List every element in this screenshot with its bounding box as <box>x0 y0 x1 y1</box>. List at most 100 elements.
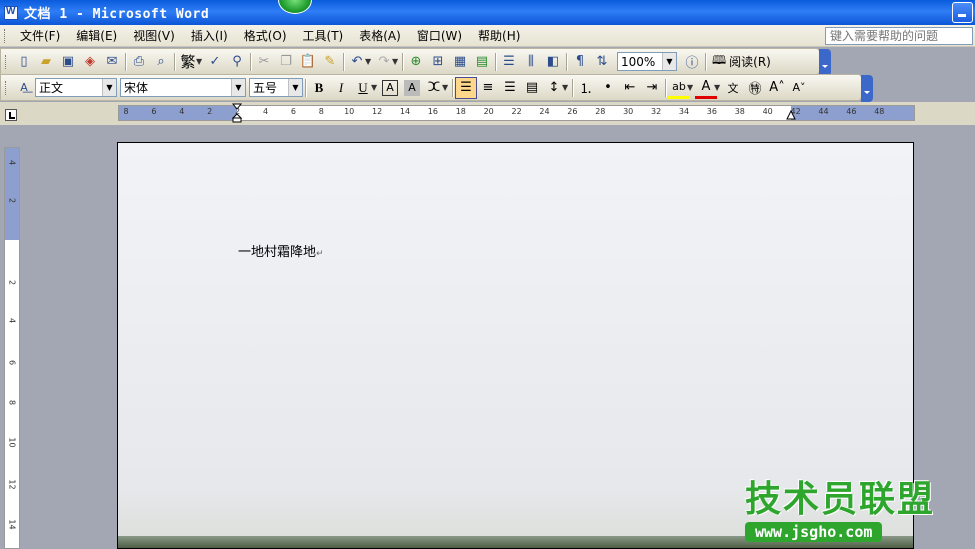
toolbar-options-icon[interactable] <box>861 75 873 102</box>
ruler-tick-label: 6 <box>151 107 157 116</box>
justify-button[interactable]: ▤ <box>521 77 543 99</box>
align-right-button[interactable]: ☰ <box>499 77 521 99</box>
zoom-select[interactable]: 100% ▼ <box>617 52 677 71</box>
ruler-tick-label: 20 <box>483 107 494 116</box>
indent-marker-icon[interactable] <box>232 103 242 123</box>
ruler-tick-label: 4 <box>262 107 269 116</box>
toolbar-grip[interactable] <box>5 80 8 95</box>
cut-icon[interactable]: ✂ <box>253 51 275 73</box>
ruler-tick-label: 4 <box>7 159 17 166</box>
menu-window[interactable]: 窗口(W) <box>409 26 470 46</box>
menu-table[interactable]: 表格(A) <box>351 26 409 46</box>
reading-mode-button[interactable]: 🕮 阅读(R) <box>708 51 775 73</box>
paste-icon[interactable]: 📋 <box>297 51 319 73</box>
chevron-down-icon[interactable]: ▼ <box>365 57 373 66</box>
char-shading-icon[interactable]: A <box>404 79 420 96</box>
ruler-tick-label: 4 <box>7 317 17 324</box>
separator <box>566 52 567 71</box>
email-icon[interactable]: ✉ <box>101 51 123 73</box>
align-center-button[interactable]: ≡ <box>477 77 499 99</box>
right-indent-marker-icon[interactable] <box>786 110 796 120</box>
sort-icon[interactable]: ⇅ <box>591 51 613 73</box>
numbering-icon[interactable]: ⒈ <box>575 77 597 99</box>
left-margin-area <box>119 106 237 120</box>
toolbar-grip[interactable] <box>5 54 8 69</box>
research-icon[interactable]: ⚲ <box>226 51 248 73</box>
watermark-name: 技术员联盟 <box>745 479 936 520</box>
separator <box>572 78 573 97</box>
decrease-indent-icon[interactable]: ⇤ <box>619 77 641 99</box>
word-app-icon[interactable] <box>4 5 18 20</box>
show-hide-icon[interactable]: ¶ <box>569 51 591 73</box>
grow-font-icon[interactable]: A˄ <box>766 77 788 99</box>
insert-excel-icon[interactable]: ▤ <box>471 51 493 73</box>
chevron-down-icon[interactable]: ▼ <box>662 53 676 70</box>
chevron-down-icon[interactable]: ▼ <box>562 83 570 92</box>
chevron-down-icon[interactable]: ▼ <box>371 83 379 92</box>
tab-selector-icon[interactable] <box>5 109 17 121</box>
chevron-down-icon[interactable]: ▼ <box>714 83 722 92</box>
ruler-tick-label: 2 <box>7 197 17 204</box>
increase-indent-icon[interactable]: ⇥ <box>641 77 663 99</box>
copy-icon[interactable]: ❐ <box>275 51 297 73</box>
italic-button[interactable]: I <box>330 77 352 99</box>
separator <box>125 52 126 71</box>
bullets-icon[interactable]: • <box>597 77 619 99</box>
align-left-button[interactable]: ☰ <box>455 76 477 99</box>
print-preview-icon[interactable]: ⌕ <box>150 51 172 73</box>
separator <box>305 78 306 97</box>
standard-toolbar: ▯ ▰ ▣ ◈ ✉ ⎙ ⌕ 繁 ▼ ✓ ⚲ ✂ ❐ 📋 ✎ ↶ ▼ ↷ ▼ ⊕ … <box>0 48 831 76</box>
insert-table-icon[interactable]: ▦ <box>449 51 471 73</box>
ruler-tick-label: 8 <box>123 107 129 116</box>
permission-icon[interactable]: ◈ <box>79 51 101 73</box>
chevron-down-icon[interactable]: ▼ <box>392 57 400 66</box>
menu-file[interactable]: 文件(F) <box>12 26 68 46</box>
chevron-down-icon[interactable]: ▼ <box>196 57 204 66</box>
phonetic-guide-icon[interactable]: 文 <box>722 77 744 99</box>
bold-button[interactable]: B <box>308 77 330 99</box>
hyperlink-icon[interactable]: ⊕ <box>405 51 427 73</box>
menu-grip[interactable] <box>4 28 7 43</box>
separator <box>250 52 251 71</box>
drawing-icon[interactable]: ⫼ <box>520 51 542 73</box>
chevron-down-icon[interactable]: ▼ <box>288 79 302 96</box>
font-select[interactable]: 宋体 ▼ <box>120 78 246 97</box>
open-folder-icon[interactable]: ▰ <box>35 51 57 73</box>
chevron-down-icon[interactable]: ▼ <box>442 83 450 92</box>
document-map-icon[interactable]: ◧ <box>542 51 564 73</box>
ruler-tick-label: 14 <box>399 107 411 116</box>
chevron-down-icon[interactable]: ▼ <box>231 79 245 96</box>
columns-icon[interactable]: ☰ <box>498 51 520 73</box>
new-document-icon[interactable]: ▯ <box>13 51 35 73</box>
toolbar-options-icon[interactable] <box>819 49 831 76</box>
help-search-input[interactable] <box>825 27 973 45</box>
separator <box>174 52 175 71</box>
save-icon[interactable]: ▣ <box>57 51 79 73</box>
char-border-icon[interactable]: A <box>382 79 398 96</box>
menu-view[interactable]: 视图(V) <box>125 26 183 46</box>
menu-insert[interactable]: 插入(I) <box>183 26 236 46</box>
chevron-down-icon[interactable]: ▼ <box>102 79 116 96</box>
separator <box>343 52 344 71</box>
menu-edit[interactable]: 编辑(E) <box>68 26 125 46</box>
format-painter-icon[interactable]: ✎ <box>319 51 341 73</box>
font-size-select[interactable]: 五号 ▼ <box>249 78 303 97</box>
shrink-font-icon[interactable]: A˅ <box>788 77 810 99</box>
spelling-icon[interactable]: ✓ <box>204 51 226 73</box>
tables-borders-icon[interactable]: ⊞ <box>427 51 449 73</box>
chevron-down-icon[interactable]: ▼ <box>687 83 695 92</box>
ruler-tick-label: 40 <box>762 107 773 116</box>
print-icon[interactable]: ⎙ <box>128 51 150 73</box>
document-text[interactable]: 一地村霜降地↵ <box>238 241 324 260</box>
style-select[interactable]: 正文 ▼ <box>35 78 117 97</box>
menu-tools[interactable]: 工具(T) <box>295 26 352 46</box>
enclose-char-icon[interactable]: ㊕ <box>744 77 766 99</box>
menu-format[interactable]: 格式(O) <box>236 26 295 46</box>
separator <box>402 52 403 71</box>
menu-help[interactable]: 帮助(H) <box>470 26 528 46</box>
vertical-ruler[interactable]: 4 2 2 4 6 8 10 12 14 <box>4 147 20 549</box>
help-icon[interactable]: ⓘ <box>681 51 703 73</box>
minimize-button[interactable] <box>952 2 973 23</box>
styles-pane-icon[interactable]: A͟ <box>13 77 35 99</box>
ruler-tick-label: 8 <box>318 107 324 116</box>
